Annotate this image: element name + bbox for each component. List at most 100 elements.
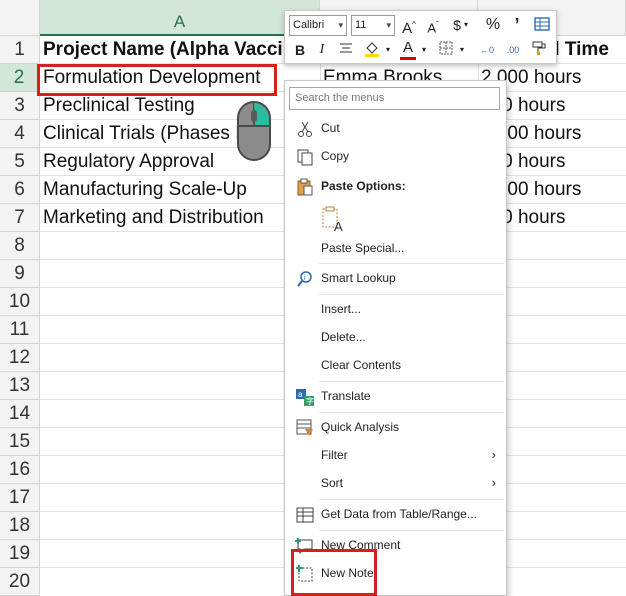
font-name-dropdown[interactable]: Calibri ▾ <box>289 15 347 36</box>
row-header-5[interactable]: 5 <box>0 148 40 176</box>
menu-item-get-data[interactable]: Get Data from Table/Range... <box>285 502 506 528</box>
borders-button[interactable] <box>437 40 455 60</box>
menu-item-label: Sort <box>321 476 344 490</box>
svg-text:字: 字 <box>306 396 314 406</box>
menu-item-translate[interactable]: a字 Translate <box>285 384 506 410</box>
row-header-7[interactable]: 7 <box>0 204 40 232</box>
select-all-corner[interactable] <box>0 0 40 36</box>
context-menu: Search the menus Cut Copy Paste Options:… <box>284 80 507 596</box>
row-header-3[interactable]: 3 <box>0 92 40 120</box>
format-painter-button[interactable] <box>529 40 549 60</box>
row-header-20[interactable]: 20 <box>0 568 40 596</box>
row-header-17[interactable]: 17 <box>0 484 40 512</box>
menu-item-label: Clear Contents <box>321 358 402 372</box>
italic-button[interactable]: I <box>313 40 331 60</box>
cell-a3[interactable]: Preclinical Testing <box>40 92 320 120</box>
cell-a5[interactable]: Regulatory Approval <box>40 148 320 176</box>
cell-a7[interactable]: Marketing and Distribution <box>40 204 320 232</box>
paste-keep-source-button[interactable]: A <box>285 203 506 235</box>
chevron-down-icon[interactable]: ▾ <box>419 40 429 60</box>
new-note-highlight <box>291 549 377 596</box>
row-header-14[interactable]: 14 <box>0 400 40 428</box>
row-header-19[interactable]: 19 <box>0 540 40 568</box>
row-header-4[interactable]: 4 <box>0 120 40 148</box>
font-name-value: Calibri <box>293 19 325 31</box>
font-size-dropdown[interactable]: 11 ▾ <box>351 15 395 36</box>
menu-item-sort[interactable]: Sort › <box>285 471 506 497</box>
menu-separator <box>319 381 504 382</box>
font-color-button[interactable]: A <box>399 38 417 60</box>
menu-item-delete[interactable]: Delete... <box>285 325 506 351</box>
menu-item-paste-special[interactable]: Paste Special... <box>285 236 506 262</box>
chevron-down-icon[interactable]: ▾ <box>457 40 467 60</box>
chevron-down-icon[interactable]: ▾ <box>383 40 393 60</box>
svg-text:A: A <box>334 219 343 233</box>
menu-item-copy[interactable]: Copy <box>285 144 506 170</box>
table-icon <box>296 507 314 523</box>
column-header-a[interactable]: A <box>40 0 320 36</box>
menu-separator <box>319 499 504 500</box>
menu-item-smart-lookup[interactable]: i Smart Lookup <box>285 266 506 292</box>
chevron-down-icon[interactable]: ▾ <box>461 15 471 35</box>
row-header-16[interactable]: 16 <box>0 456 40 484</box>
borders-icon <box>439 41 453 55</box>
decrease-font-size-button[interactable]: Aˇ <box>423 15 443 35</box>
row-header-12[interactable]: 12 <box>0 344 40 372</box>
cell-a6[interactable]: Manufacturing Scale-Up <box>40 176 320 204</box>
mouse-icon <box>237 101 271 161</box>
row-header-9[interactable]: 9 <box>0 260 40 288</box>
copy-icon <box>297 149 313 166</box>
chevron-right-icon: › <box>491 447 496 462</box>
align-center-button[interactable] <box>337 40 355 60</box>
fill-color-button[interactable] <box>361 40 383 60</box>
menu-item-label: Copy <box>321 149 350 163</box>
search-menus-input[interactable]: Search the menus <box>289 87 500 110</box>
font-color-letter: A <box>402 39 413 56</box>
percent-style-button[interactable]: % <box>483 15 503 35</box>
clipboard-icon <box>297 178 313 196</box>
menu-item-cut[interactable]: Cut <box>285 116 506 142</box>
svg-text:i: i <box>304 275 306 282</box>
row-header-8[interactable]: 8 <box>0 232 40 260</box>
row-header-15[interactable]: 15 <box>0 428 40 456</box>
paintbrush-icon <box>532 41 546 55</box>
menu-separator <box>319 263 504 264</box>
menu-item-filter[interactable]: Filter › <box>285 443 506 469</box>
increase-decimal-button[interactable]: ←0 <box>477 40 497 60</box>
menu-item-label: Paste Special... <box>321 241 405 255</box>
menu-item-insert[interactable]: Insert... <box>285 297 506 323</box>
row-header-11[interactable]: 11 <box>0 316 40 344</box>
menu-separator <box>319 412 504 413</box>
increase-font-size-button[interactable]: A^ <box>399 15 419 37</box>
paint-bucket-icon <box>365 42 379 57</box>
quick-analysis-icon <box>296 419 313 436</box>
row-header-6[interactable]: 6 <box>0 176 40 204</box>
menu-item-quick-analysis[interactable]: Quick Analysis <box>285 415 506 441</box>
svg-text:a: a <box>298 390 303 399</box>
format-table-icon[interactable] <box>533 16 551 36</box>
comma-style-button[interactable]: ’ <box>507 15 527 35</box>
menu-item-label: Translate <box>321 389 371 403</box>
row-header-10[interactable]: 10 <box>0 288 40 316</box>
cell-a1[interactable]: Project Name (Alpha Vaccine) <box>40 36 320 64</box>
chevron-down-icon: ▾ <box>386 20 391 30</box>
row-header-1[interactable]: 1 <box>0 36 40 64</box>
menu-item-clear-contents[interactable]: Clear Contents <box>285 353 506 379</box>
translate-icon: a字 <box>296 389 314 406</box>
paste-clipboard-icon: A <box>322 206 343 233</box>
menu-item-label: Smart Lookup <box>321 271 396 285</box>
cell-a4[interactable]: Clinical Trials (Phases I-III) <box>40 120 320 148</box>
row-header-18[interactable]: 18 <box>0 512 40 540</box>
row-header-13[interactable]: 13 <box>0 372 40 400</box>
menu-separator <box>319 294 504 295</box>
menu-item-label: Filter <box>321 448 348 462</box>
scissors-icon <box>298 121 312 137</box>
menu-item-label: Get Data from Table/Range... <box>321 507 477 521</box>
mini-toolbar: Calibri ▾ 11 ▾ A^ Aˇ $ ▾ % ’ B I ▾ A ▾ ▾… <box>284 10 557 64</box>
bold-button[interactable]: B <box>291 40 309 60</box>
chevron-right-icon: › <box>491 475 496 490</box>
row-header-2[interactable]: 2 <box>0 64 40 92</box>
menu-item-label: Insert... <box>321 302 362 316</box>
decrease-decimal-button[interactable]: .00 <box>503 40 523 60</box>
font-size-value: 11 <box>355 19 367 31</box>
